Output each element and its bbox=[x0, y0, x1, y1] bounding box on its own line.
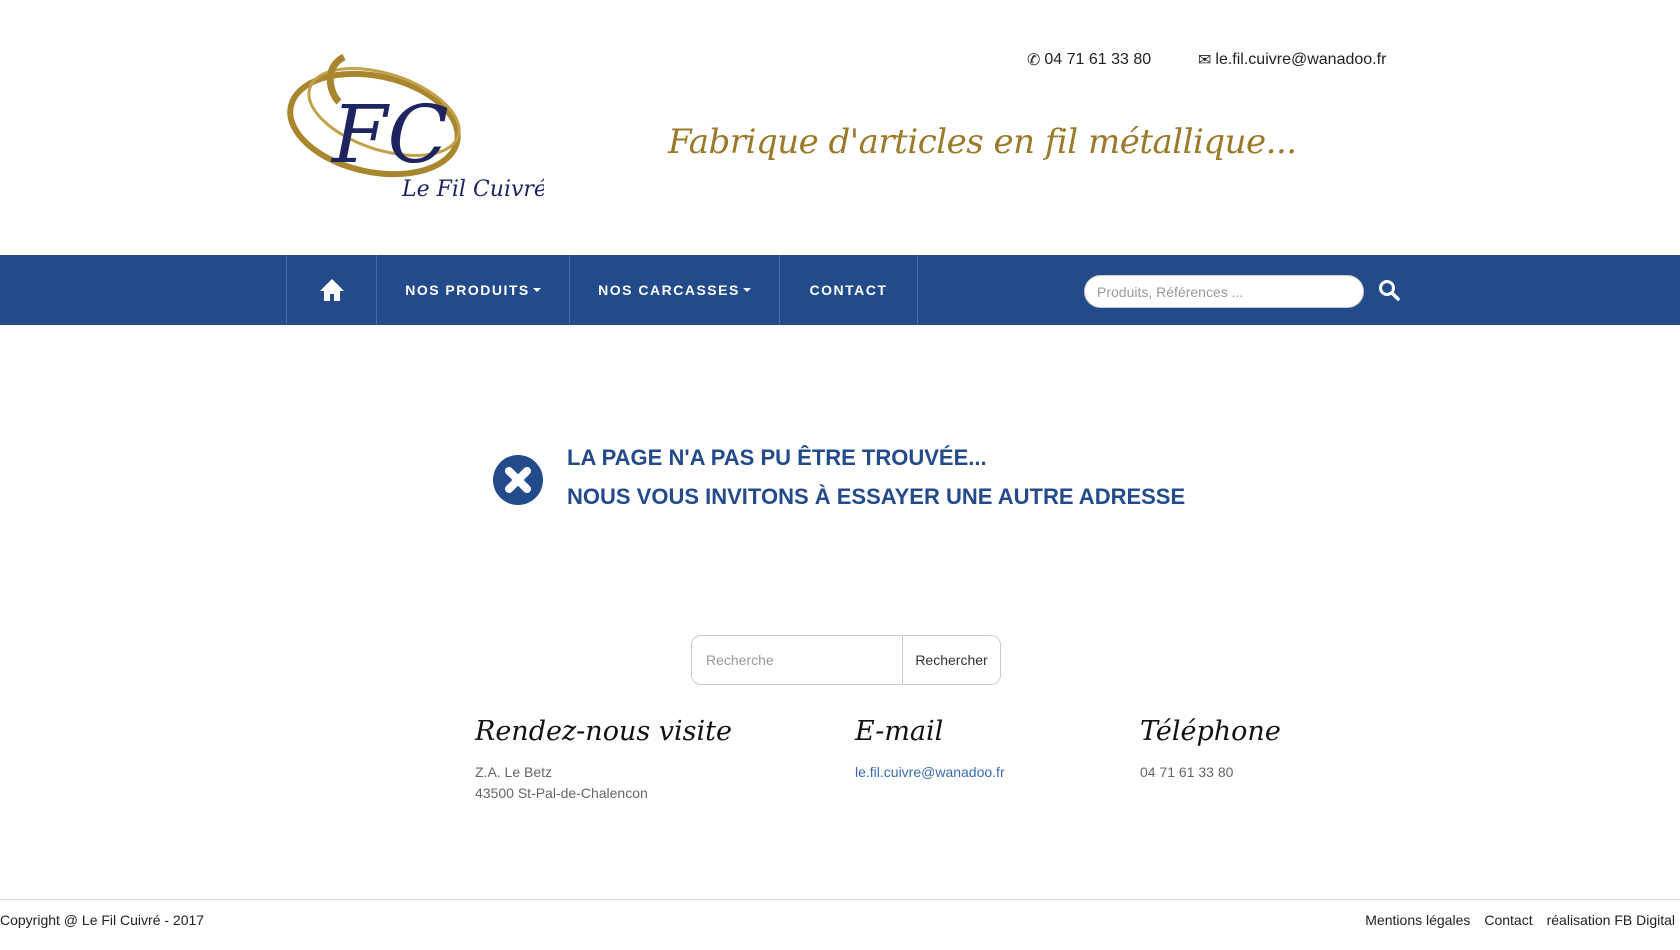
page-search: Recherche r bbox=[691, 635, 1001, 685]
footer-links: Mentions légales Contact réalisation FB … bbox=[1365, 912, 1675, 928]
header-phone: ✆ 04 71 61 33 80 bbox=[1027, 50, 1151, 70]
main-nav: NOS PRODUITS NOS CARCASSES CONTACT bbox=[0, 255, 1680, 325]
home-icon bbox=[319, 279, 344, 301]
footer-email-title: E-mail bbox=[855, 716, 944, 747]
footer-link-credits[interactable]: réalisation FB Digital bbox=[1547, 912, 1675, 928]
nav-home[interactable] bbox=[286, 255, 376, 325]
header-email[interactable]: ✉ le.fil.cuivre@wanadoo.fr bbox=[1198, 50, 1386, 70]
error-subtitle: NOUS VOUS INVITONS À ESSAYER UNE AUTRE A… bbox=[567, 484, 1186, 509]
footer-email-link[interactable]: le.fil.cuivre@wanadoo.fr bbox=[855, 764, 1005, 780]
error-icon bbox=[493, 455, 543, 510]
footer-link-contact[interactable]: Contact bbox=[1484, 912, 1532, 928]
logo[interactable]: FC Le Fil Cuivré bbox=[284, 52, 547, 202]
caret-down-icon bbox=[532, 288, 541, 292]
copyright: Copyright @ Le Fil Cuivré - 2017 bbox=[0, 912, 205, 928]
footer-phone-title: Téléphone bbox=[1140, 716, 1281, 747]
footer-divider bbox=[0, 899, 1680, 900]
nav-search-input[interactable] bbox=[1084, 275, 1364, 308]
svg-text:Le Fil Cuivré: Le Fil Cuivré bbox=[401, 177, 544, 202]
nav-contact[interactable]: CONTACT bbox=[779, 255, 918, 325]
header-phone-text: 04 71 61 33 80 bbox=[1044, 51, 1152, 68]
search-button[interactable]: Rechercher bbox=[902, 636, 1000, 684]
envelope-icon: ✉ bbox=[1198, 52, 1212, 69]
error-title: LA PAGE N'A PAS PU ÊTRE TROUVÉE... bbox=[567, 445, 987, 470]
page-search-input[interactable] bbox=[692, 636, 902, 684]
svg-text:FC: FC bbox=[330, 88, 449, 181]
footer-phone: 04 71 61 33 80 bbox=[1140, 764, 1234, 780]
phone-icon: ✆ bbox=[1027, 52, 1041, 69]
nav-nos-carcasses[interactable]: NOS CARCASSES bbox=[569, 255, 779, 325]
caret-down-icon bbox=[742, 288, 751, 292]
nav-nos-produits[interactable]: NOS PRODUITS bbox=[376, 255, 569, 325]
footer-address-line1: Z.A. Le Betz bbox=[475, 764, 553, 780]
header-email-text[interactable]: le.fil.cuivre@wanadoo.fr bbox=[1215, 51, 1386, 69]
logo-image: FC Le Fil Cuivré bbox=[287, 53, 547, 202]
search-icon[interactable] bbox=[1378, 279, 1400, 306]
footer-visit-title: Rendez-nous visite bbox=[475, 716, 732, 747]
tagline: Fabrique d'articles en fil métallique... bbox=[668, 122, 1297, 162]
footer-link-mentions[interactable]: Mentions légales bbox=[1365, 912, 1470, 928]
footer-address-line2: 43500 St-Pal-de-Chalencon bbox=[475, 785, 648, 801]
